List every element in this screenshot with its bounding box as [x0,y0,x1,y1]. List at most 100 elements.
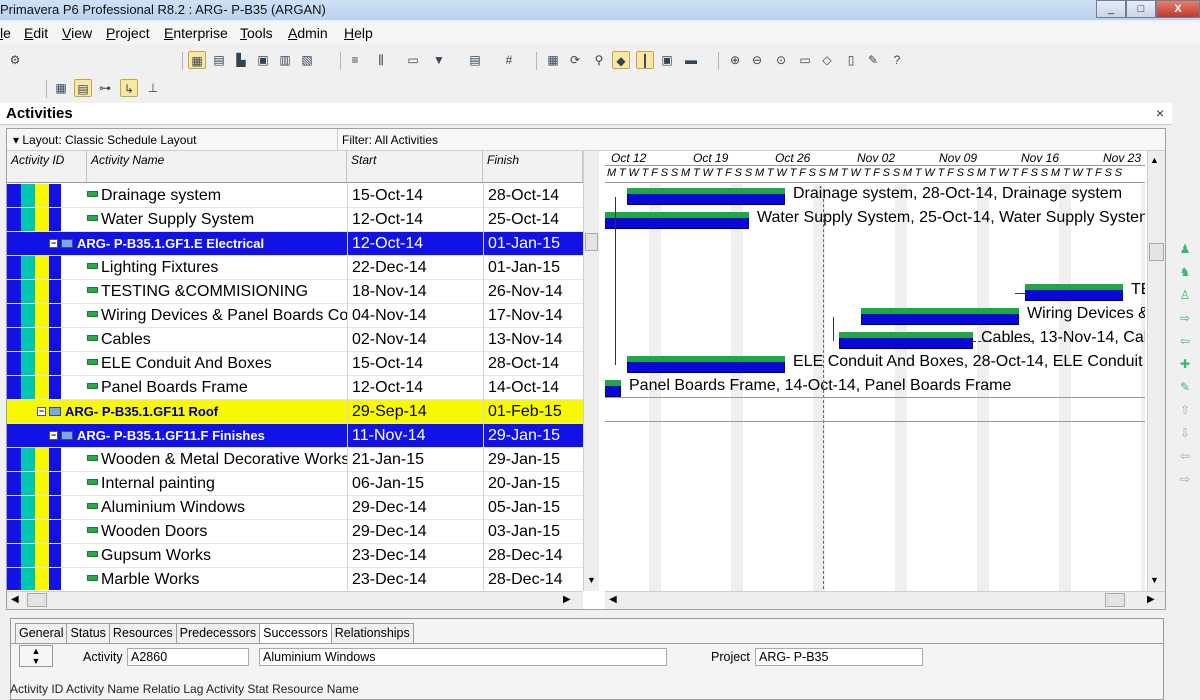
table-row[interactable]: Drainage system 15-Oct-14 28-Oct-14 [7,184,583,208]
column-activity-name[interactable]: Activity Name [87,151,347,182]
network-icon[interactable]: ▣ [254,51,272,69]
gantt-icon[interactable]: ▙ [232,51,250,69]
record-navigator[interactable]: ▲ ▼ [19,645,53,667]
menu-help[interactable]: Help [344,25,373,41]
tab-general[interactable]: General [15,623,68,643]
assign-resource-icon[interactable]: ♟ [1176,240,1194,258]
gantt-bar-wiring[interactable] [861,308,1019,325]
move-down-icon[interactable]: ⇩ [1176,424,1194,442]
tree-icon[interactable]: ⊥ [144,79,162,97]
tab-successors[interactable]: Successors [259,623,332,643]
table-row[interactable]: Lighting Fixtures 22-Dec-14 01-Jan-15 [7,256,583,280]
scroll-down-icon[interactable]: ▼ [1150,575,1159,585]
table-row[interactable]: Wooden & Metal Decorative Works & 21-Jan… [7,448,583,472]
add-successor-icon[interactable]: ⇦ [1176,332,1194,350]
help-icon[interactable]: ? [888,51,906,69]
close-window-button[interactable]: X [1156,0,1200,18]
layout-icon[interactable]: ▭ [404,51,422,69]
activity-name-field[interactable]: Aluminium Windows [259,648,667,666]
move-left-icon[interactable]: ⇦ [1176,447,1194,465]
wbs-row[interactable]: − ARG- P-B35.1.GF1.E Electrical 12-Oct-14… [7,232,583,256]
gantt-bar-panel-frame[interactable] [605,380,621,397]
gantt-bar-cables[interactable] [839,332,973,349]
scroll-thumb[interactable] [1105,593,1125,607]
gantt-bar-water-supply[interactable] [605,212,749,229]
column-finish[interactable]: Finish [483,151,583,182]
zoom-fit-icon[interactable]: ⊙ [772,51,790,69]
minimize-button[interactable]: _ [1096,0,1126,18]
column-start[interactable]: Start [347,151,483,182]
menu-project[interactable]: Project [106,25,150,41]
scroll-right-icon[interactable]: ▶ [563,594,571,605]
expand-icon[interactable]: ◇ [818,51,836,69]
link-icon[interactable]: ⚲ [590,51,608,69]
menu-file[interactable]: le [0,25,11,41]
menu-enterprise[interactable]: Enterprise [164,25,228,41]
bars-icon[interactable]: ▬ [682,51,700,69]
table-row[interactable]: Wiring Devices & Panel Boards Com 04-Nov… [7,304,583,328]
trace-logic-icon[interactable]: ↳ [120,79,138,97]
columns-icon[interactable]: ⫼ [372,51,390,69]
add-predecessor-icon[interactable]: ⇨ [1176,309,1194,327]
tab-resources[interactable]: Resources [108,623,177,643]
assign-code-icon[interactable]: ♙ [1176,286,1194,304]
assign-role-icon[interactable]: ♞ [1176,263,1194,281]
menu-view[interactable]: View [62,25,92,41]
move-up-icon[interactable]: ⇧ [1176,401,1194,419]
number-icon[interactable]: # [500,51,518,69]
activity-id-field[interactable]: A2860 [127,648,249,666]
profile-icon[interactable]: ▥ [276,51,294,69]
table-row[interactable]: Gupsum Works 23-Dec-14 28-Dec-14 [7,544,583,568]
table-row[interactable]: Marble Works 23-Dec-14 28-Dec-14 [7,568,583,590]
column-activity-id[interactable]: Activity ID [7,151,87,182]
table-vertical-scrollbar[interactable]: ▼ [583,151,599,591]
scroll-left-icon[interactable]: ◀ [609,594,617,605]
spotlight-icon[interactable]: ┃ [636,51,654,69]
menu-admin[interactable]: Admin [288,25,328,41]
progress-icon[interactable]: ◆ [612,51,630,69]
tab-relationships[interactable]: Relationships [330,623,414,643]
gantt-bar-conduit[interactable] [627,356,785,373]
gantt-horizontal-scrollbar[interactable]: ◀ ▶ [605,591,1165,609]
notes-icon[interactable]: ✎ [864,51,882,69]
network-view-icon[interactable]: ⊶ [96,79,114,97]
split-icon[interactable]: ▯ [842,51,860,69]
scroll-up-icon[interactable]: ▲ [1150,155,1159,165]
scroll-right-icon[interactable]: ▶ [1147,594,1155,605]
panel-close-icon[interactable]: × [1156,105,1164,121]
layout-selector[interactable]: ▾ Layout: Classic Schedule Layout [13,133,196,147]
maximize-button[interactable]: □ [1126,0,1156,18]
table-row[interactable]: Wooden Doors 29-Dec-14 03-Jan-15 [7,520,583,544]
scroll-left-icon[interactable]: ◀ [11,594,19,605]
gantt-vertical-scrollbar[interactable]: ▲ ▼ [1147,151,1165,591]
table-row[interactable]: Water Supply System 12-Oct-14 25-Oct-14 [7,208,583,232]
move-right-icon[interactable]: ⇨ [1176,470,1194,488]
table-view-icon[interactable]: ▦ [52,79,70,97]
collapse-icon[interactable]: − [37,407,46,417]
zoom-in-icon[interactable]: ⊕ [726,51,744,69]
table-row[interactable]: Panel Boards Frame 12-Oct-14 14-Oct-14 [7,376,583,400]
scroll-thumb[interactable] [27,593,47,607]
wbs-row[interactable]: − ARG- P-B35.1.GF11 Roof 29-Sep-14 01-Feb… [7,400,583,424]
wbs-row[interactable]: − ARG- P-B35.1.GF11.F Finishes 11-Nov-14 … [7,424,583,448]
add-activity-icon[interactable]: ✚ [1176,355,1194,373]
table-row[interactable]: ELE Conduit And Boxes 15-Oct-14 28-Oct-1… [7,352,583,376]
scroll-thumb[interactable] [585,233,598,251]
wizard-icon[interactable]: ⚙ [6,51,24,69]
zoom-out-icon[interactable]: ⊖ [748,51,766,69]
level-icon[interactable]: ⟳ [566,51,584,69]
table-row[interactable]: TESTING &COMMISIONING 18-Nov-14 26-Nov-1… [7,280,583,304]
table-row[interactable]: Cables 02-Nov-14 13-Nov-14 [7,328,583,352]
table-row[interactable]: Internal painting 06-Jan-15 20-Jan-15 [7,472,583,496]
note-icon[interactable]: ✎ [1176,378,1194,396]
menu-edit[interactable]: Edit [24,25,48,41]
collapse-icon[interactable]: − [49,431,58,441]
activity-table-icon[interactable]: ▦ [188,51,206,69]
filter-icon[interactable]: ▼ [430,51,448,69]
gantt-bar-drainage[interactable] [627,188,785,205]
table-row[interactable]: Aluminium Windows 29-Dec-14 05-Jan-15 [7,496,583,520]
schedule-icon[interactable]: ▦ [544,51,562,69]
table-icon[interactable]: ▤ [210,51,228,69]
scroll-down-icon[interactable]: ▼ [587,575,596,585]
filter-label[interactable]: Filter: All Activities [337,129,442,150]
